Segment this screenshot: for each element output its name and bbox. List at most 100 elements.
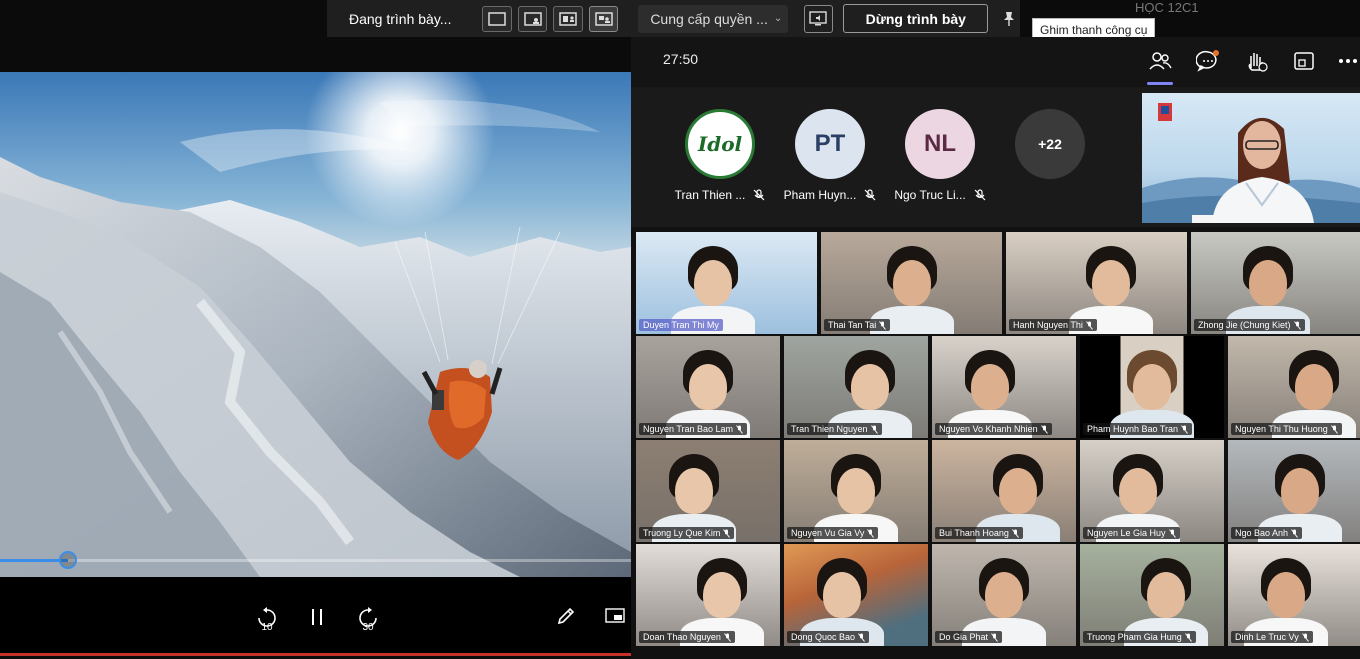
roster-person[interactable]: NL Ngo Truc Li... <box>890 109 990 202</box>
stop-presenting-button[interactable]: Dừng trình bày <box>843 4 989 33</box>
participant-face <box>985 572 1023 618</box>
participant-video-tile[interactable]: Nguyen Thi Thu Huong <box>1228 336 1360 438</box>
participant-nameplate: Nguyen Tran Bao Lam <box>639 423 748 435</box>
participant-video-tile[interactable]: Thai Tan Tai <box>821 232 1002 334</box>
forward-seconds: 30 <box>362 622 374 633</box>
mic-muted-icon <box>858 632 865 642</box>
mic-muted-icon <box>1330 424 1338 434</box>
participants-button[interactable] <box>1145 46 1175 85</box>
pause-button[interactable] <box>304 603 330 631</box>
forward-button[interactable]: 30 <box>354 603 382 633</box>
participant-face <box>1147 572 1185 618</box>
pause-icon <box>312 609 322 625</box>
more-actions-button[interactable] <box>1336 46 1360 76</box>
avatar: Idol <box>685 109 755 179</box>
raise-hand-icon <box>1248 53 1268 72</box>
video-progress-fill <box>0 559 68 562</box>
meeting-timer: 27:50 <box>663 51 699 67</box>
meeting-panel: 27:50 Idol Tran Thien ... PT Pham Huyn..… <box>631 37 1360 659</box>
participant-nameplate: Doan Thao Nguyen <box>639 631 735 643</box>
participant-video-tile[interactable]: Nguyen Le Gia Huy <box>1080 440 1224 542</box>
video-progress-bar[interactable] <box>0 551 631 569</box>
chat-button[interactable] <box>1193 46 1223 76</box>
participant-face <box>999 468 1037 514</box>
participant-video-tile[interactable]: Dinh Le Truc Vy <box>1228 544 1360 646</box>
participant-face <box>1295 364 1333 410</box>
chat-icon <box>1196 50 1219 72</box>
participant-name: Do Gia Phat <box>939 632 989 642</box>
taskbar-accent-line <box>0 653 631 656</box>
roster-name: Ngo Truc Li... <box>894 188 966 202</box>
participant-nameplate: Truong Pham Gia Hung <box>1083 631 1196 643</box>
rewind-button[interactable]: 10 <box>253 603 281 633</box>
participant-name: Hanh Nguyen Thi <box>1013 320 1083 330</box>
reporter-icon <box>594 11 613 26</box>
participant-video-tile[interactable]: Bui Thanh Hoang <box>932 440 1076 542</box>
mic-muted-icon <box>736 424 743 434</box>
participant-video-tile[interactable]: Nguyen Vo Khanh Nhien <box>932 336 1076 438</box>
reactions-button[interactable] <box>1241 46 1271 76</box>
meeting-header: 27:50 <box>631 37 1360 87</box>
avatar: PT <box>795 109 865 179</box>
participant-face <box>823 572 861 618</box>
participant-video-tile[interactable]: Truong Pham Gia Hung <box>1080 544 1224 646</box>
mic-muted-icon <box>1011 528 1019 538</box>
mic-muted-icon <box>1293 320 1301 330</box>
participant-name: Duyen Tran Thi My <box>643 320 719 330</box>
include-audio-button[interactable] <box>803 4 834 33</box>
rooms-icon <box>1294 52 1314 70</box>
layout-content-only-button[interactable] <box>482 5 512 32</box>
presenter-thumbnail <box>1142 103 1360 223</box>
roster-person[interactable]: PT Pham Huyn... <box>780 109 880 202</box>
layout-side-by-side-button[interactable] <box>553 5 583 32</box>
participant-video-tile[interactable]: Pham Huynh Bao Tran <box>1080 336 1224 438</box>
breakout-rooms-button[interactable] <box>1289 46 1319 76</box>
avatar-initials: PT <box>814 130 846 157</box>
participant-nameplate: Bui Thanh Hoang <box>935 527 1023 539</box>
mic-muted-icon <box>1040 424 1048 434</box>
participant-nameplate: Truong Ly Que Kim <box>639 527 735 539</box>
give-control-dropdown[interactable]: Cung cấp quyền ... ⌄ <box>638 4 788 33</box>
rewind-seconds: 10 <box>261 622 273 633</box>
participant-video-tile[interactable]: Truong Ly Que Kim <box>636 440 780 542</box>
mic-muted-icon <box>867 528 875 538</box>
paragliding-scene <box>0 72 631 577</box>
layout-reporter-button[interactable] <box>588 5 619 32</box>
participant-video-tile[interactable]: Duyen Tran Thi My <box>636 232 817 334</box>
participant-name: Zhong Jie (Chung Kiet) <box>1198 320 1291 330</box>
mini-view-button[interactable] <box>602 604 628 628</box>
participant-name: Truong Pham Gia Hung <box>1087 632 1182 642</box>
participant-video-tile[interactable]: Zhong Jie (Chung Kiet) <box>1191 232 1360 334</box>
participant-video-tile[interactable]: Tran Thien Nguyen <box>784 336 928 438</box>
participant-video-tile[interactable]: Nguyen Tran Bao Lam <box>636 336 780 438</box>
participant-video-tile[interactable]: Do Gia Phat <box>932 544 1076 646</box>
shared-video[interactable] <box>0 72 631 577</box>
video-progress-knob[interactable] <box>58 551 77 569</box>
participant-video-tile[interactable]: Nguyen Vu Gia Vy <box>784 440 928 542</box>
roster-name: Tran Thien ... <box>674 188 746 202</box>
pin-toolbar-button[interactable] <box>998 5 1020 33</box>
participant-video-tile[interactable]: Hanh Nguyen Thi <box>1006 232 1187 334</box>
mic-muted-icon <box>1301 632 1309 642</box>
participant-nameplate: Tran Thien Nguyen <box>787 423 882 435</box>
participant-video-tile[interactable]: Doan Thao Nguyen <box>636 544 780 646</box>
participant-face <box>1267 572 1305 618</box>
chevron-down-icon: ⌄ <box>773 13 783 24</box>
avatar: NL <box>905 109 975 179</box>
annotate-button[interactable] <box>553 603 579 629</box>
self-video-preview[interactable] <box>1142 93 1360 223</box>
screen: Đang trình bày... Cung cấp quyền ... ⌄ D… <box>0 0 1360 659</box>
participant-video-tile[interactable]: Ngo Bao Anh <box>1228 440 1360 542</box>
content-only-icon <box>488 11 506 26</box>
more-participants[interactable]: +22 <box>1000 109 1100 179</box>
participant-face <box>1091 260 1130 306</box>
participant-nameplate: Nguyen Le Gia Huy <box>1083 527 1180 539</box>
class-label: HỌC 12C1 <box>1135 0 1199 15</box>
layout-standout-button[interactable] <box>517 5 548 32</box>
roster-name: Pham Huyn... <box>783 188 857 202</box>
roster-person[interactable]: Idol Tran Thien ... <box>670 109 770 202</box>
mic-muted-icon <box>723 528 731 538</box>
mic-muted-icon <box>1085 320 1093 330</box>
mini-view-icon <box>605 608 625 623</box>
participant-video-tile[interactable]: Dong Quoc Bao <box>784 544 928 646</box>
